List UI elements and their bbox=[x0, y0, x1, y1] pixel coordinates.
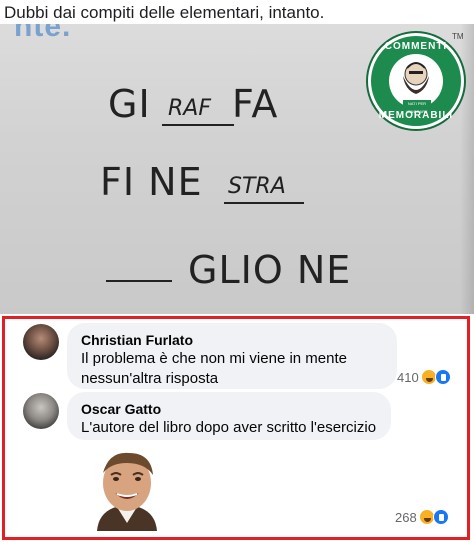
reaction-count: 268 bbox=[395, 509, 417, 525]
comment-text: L'autore del libro dopo aver scritto l'e… bbox=[81, 419, 377, 436]
post-caption: Dubbi dai compiti delle elementari, inta… bbox=[4, 3, 325, 22]
worksheet-line-3-suffix: GLIO NE bbox=[188, 248, 352, 292]
avatar[interactable] bbox=[23, 324, 59, 360]
logo-bottom-text: MEMORABILI bbox=[378, 110, 454, 121]
comment-bubble[interactable]: Oscar Gatto L'autore del libro dopo aver… bbox=[67, 392, 391, 440]
like-icon bbox=[434, 369, 451, 385]
worksheet-line-2-answer: STRA bbox=[228, 174, 286, 199]
worksheet-header-fragment: nte. bbox=[14, 24, 72, 43]
reaction-count: 410 bbox=[397, 369, 419, 385]
avatar[interactable] bbox=[23, 393, 59, 429]
comment-author[interactable]: Oscar Gatto bbox=[81, 400, 377, 418]
trademark-symbol: TM bbox=[452, 32, 464, 41]
logo-tag: NATI PER IGNORARE bbox=[403, 100, 431, 114]
comment-reactions[interactable]: 410 bbox=[397, 369, 451, 385]
comment-reactions[interactable]: 268 bbox=[395, 509, 449, 525]
highlighted-comments-box: Christian Furlato Il problema è che non … bbox=[2, 316, 470, 540]
like-icon bbox=[432, 509, 449, 525]
worksheet-line-1-blank bbox=[162, 124, 234, 126]
comment-bubble[interactable]: Christian Furlato Il problema è che non … bbox=[67, 323, 397, 389]
worksheet-line-1-answer: RAF bbox=[168, 96, 211, 121]
worksheet-line-2-blank bbox=[224, 202, 304, 204]
worksheet-line-3-blank bbox=[106, 280, 172, 282]
bearded-face-icon bbox=[403, 62, 429, 94]
worksheet-line-1-suffix: FA bbox=[232, 82, 279, 126]
comment-text: Il problema è che non mi viene in mente … bbox=[81, 350, 347, 387]
commenti-memorabili-logo: COMMENTI NATI PER IGNORARE MEMORABILI bbox=[368, 33, 464, 129]
laughing-man-sticker[interactable] bbox=[79, 447, 175, 533]
logo-top-text: COMMENTI bbox=[384, 41, 448, 52]
worksheet-line-1-prefix: GI bbox=[108, 82, 151, 126]
worksheet-line-2-prefix: FI NE bbox=[100, 160, 203, 204]
comment-author[interactable]: Christian Furlato bbox=[81, 331, 383, 349]
